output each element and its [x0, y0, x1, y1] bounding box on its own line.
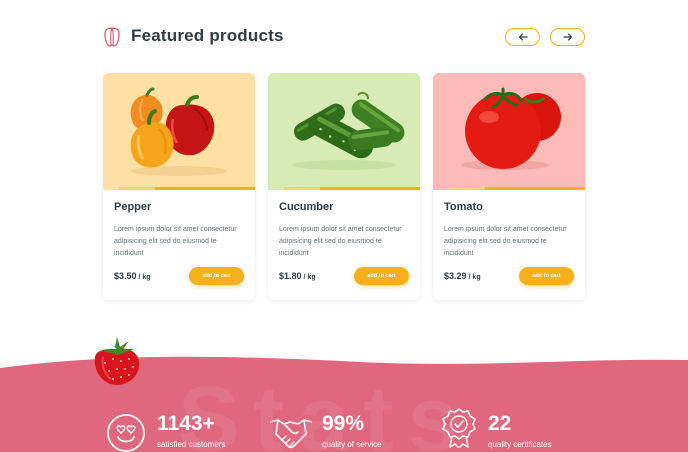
price-value: $3.29 — [444, 271, 467, 281]
image-divider — [103, 187, 255, 190]
price-value: $1.80 — [279, 271, 302, 281]
featured-header: Featured products — [103, 24, 585, 52]
add-to-cart-button[interactable]: add to cart — [189, 267, 244, 285]
smiley-hearts-icon — [107, 414, 145, 452]
stat-label: satisfied customers — [157, 440, 226, 449]
price-unit: / kg — [303, 274, 316, 281]
product-name: Tomato — [444, 201, 483, 213]
product-price: $3.29/ kg — [444, 271, 481, 281]
price-unit: / kg — [138, 274, 151, 281]
prev-button[interactable] — [505, 28, 540, 46]
section-title: Featured products — [131, 26, 284, 45]
price-unit: / kg — [468, 274, 481, 281]
product-card-pepper[interactable]: Pepper Lorem ipsum dolor sit amet consec… — [103, 73, 255, 300]
product-description: Lorem ipsum dolor sit amet consectetur a… — [444, 226, 567, 257]
product-name: Pepper — [114, 201, 152, 213]
add-to-cart-button[interactable]: add to cart — [354, 267, 409, 285]
arrow-left-icon — [518, 33, 528, 41]
image-divider — [433, 187, 585, 190]
image-divider — [268, 187, 420, 190]
strawberry-decoration — [94, 337, 140, 385]
badge-check-icon — [442, 408, 476, 448]
stat-value: 99% — [322, 412, 365, 435]
stat-value: 22 — [488, 412, 512, 435]
handshake-icon — [269, 419, 313, 449]
product-price: $3.50/ kg — [114, 271, 151, 281]
next-button[interactable] — [550, 28, 585, 46]
tomato-image — [461, 87, 561, 170]
product-image — [433, 73, 585, 190]
stat-value: 1143+ — [157, 412, 215, 435]
cucumber-image — [292, 91, 405, 170]
arrow-right-icon — [562, 33, 572, 41]
product-image — [268, 73, 420, 190]
product-price: $1.80/ kg — [279, 271, 316, 281]
product-card-tomato[interactable]: Tomato Lorem ipsum dolor sit amet consec… — [433, 73, 585, 300]
price-value: $3.50 — [114, 271, 137, 281]
add-to-cart-button[interactable]: add to cart — [519, 267, 574, 285]
product-card-cucumber[interactable]: Cucumber Lorem ipsum dolor sit amet cons… — [268, 73, 420, 300]
pepper-image — [130, 87, 227, 176]
product-description: Lorem ipsum dolor sit amet consectetur a… — [114, 226, 237, 257]
product-description: Lorem ipsum dolor sit amet consectetur a… — [279, 226, 402, 257]
stat-label: quality certificates — [488, 440, 552, 449]
product-image — [103, 73, 255, 190]
stat-label: quality of service — [322, 440, 382, 449]
pepper-outline-icon — [104, 26, 120, 47]
product-name: Cucumber — [279, 201, 334, 213]
